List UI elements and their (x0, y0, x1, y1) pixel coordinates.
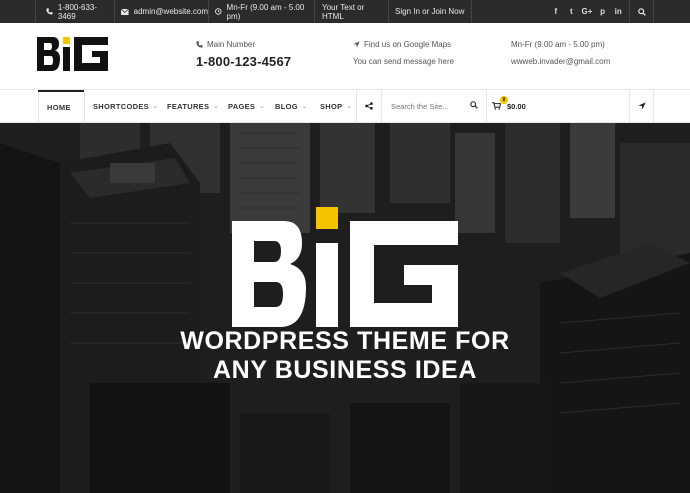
main-number[interactable]: 1-800-123-4567 (196, 54, 291, 69)
maps-link[interactable]: Find us on Google Maps (364, 40, 451, 49)
envelope-icon (121, 8, 129, 15)
rocket-button[interactable] (629, 90, 654, 122)
nav-item-label: PAGES (228, 101, 256, 111)
main-number-block: Main Number 1-800-123-4567 (196, 40, 291, 69)
search-input[interactable] (391, 101, 471, 111)
google-plus-icon[interactable]: G+ (579, 0, 595, 23)
nav-search (381, 90, 487, 122)
topbar-custom-text: Your Text or HTML (315, 0, 389, 23)
top-bar: 1-800-633-3469 admin@website.com Mn-Fr (… (0, 0, 690, 23)
phone-icon (46, 8, 53, 15)
nav-item-home[interactable]: HOME (38, 90, 84, 122)
cart-icon (492, 102, 501, 110)
nav-item-shop[interactable]: SHOP ⌄ (320, 90, 352, 122)
main-nav: HOME SHORTCODES ⌄ FEATURES ⌄ PAGES ⌄ BLO… (0, 89, 690, 123)
topbar-custom-text-label: Your Text or HTML (322, 2, 365, 21)
share-button[interactable] (356, 90, 381, 122)
signin-link[interactable]: Sign In or Join Now (389, 0, 472, 23)
chevron-down-icon: ⌄ (259, 103, 265, 110)
hero-headline-line-1: WORDPRESS THEME FOR (180, 327, 510, 355)
nav-item-label: HOME (47, 102, 71, 112)
nav-item-shortcodes[interactable]: SHORTCODES ⌄ (93, 90, 158, 122)
topbar-email-text: admin@website.com (133, 7, 208, 16)
cart-amount: $0.00 (507, 101, 526, 111)
hero-headline-line-2: ANY BUSINESS IDEA (213, 356, 477, 384)
pinterest-icon[interactable]: p (595, 0, 611, 23)
topbar-hours: Mn-Fr (9.00 am - 5.00 pm) (209, 0, 315, 23)
location-arrow-icon (353, 41, 360, 48)
site-header: Main Number 1-800-123-4567 Find us on Go… (0, 23, 690, 89)
phone-icon (196, 41, 203, 48)
chevron-down-icon: ⌄ (301, 103, 308, 110)
cart-count-badge: 0 (500, 96, 508, 104)
twitter-icon[interactable]: t (564, 0, 580, 23)
maps-block: Find us on Google Maps You can send mess… (353, 40, 454, 66)
chevron-down-icon: ⌄ (152, 103, 159, 110)
search-icon[interactable] (470, 101, 478, 109)
nav-item-pages[interactable]: PAGES ⌄ (228, 90, 265, 122)
signin-link-label: Sign In or Join Now (395, 7, 465, 16)
main-number-label: Main Number (207, 40, 256, 49)
nav-item-blog[interactable]: BLOG ⌄ (275, 90, 307, 122)
topbar-phone-text: 1-800-633-3469 (57, 2, 98, 21)
location-arrow-icon (637, 102, 646, 110)
topbar-phone[interactable]: 1-800-633-3469 (35, 0, 115, 23)
nav-item-features[interactable]: FEATURES ⌄ (167, 90, 219, 122)
chevron-down-icon: ⌄ (213, 103, 219, 110)
topbar-email[interactable]: admin@website.com (115, 0, 209, 23)
hero-banner: WORDPRESS THEME FOR ANY BUSINESS IDEA (0, 123, 690, 493)
header-email[interactable]: wwweb.invader@gmail.com (511, 57, 610, 66)
chevron-down-icon: ⌄ (346, 103, 352, 110)
hero-logo (232, 207, 458, 327)
nav-item-label: FEATURES (167, 101, 210, 111)
clock-icon (215, 8, 222, 15)
nav-item-label: SHOP (320, 101, 343, 111)
topbar-hours-text: Mn-Fr (9.00 am - 5.00 pm) (226, 2, 305, 21)
nav-item-label: BLOG (275, 101, 298, 111)
share-icon (364, 102, 373, 110)
facebook-icon[interactable]: f (548, 0, 564, 23)
maps-subtext: You can send message here (353, 57, 455, 66)
nav-item-label: SHORTCODES (93, 101, 149, 111)
cart-button[interactable]: 0 $0.00 (492, 90, 526, 122)
social-links: f t G+ p in (548, 0, 626, 23)
search-icon (637, 7, 646, 16)
linkedin-icon[interactable]: in (610, 0, 626, 23)
header-hours: Mn-Fr (9.00 am - 5.00 pm) (511, 40, 605, 49)
site-logo[interactable] (37, 37, 109, 71)
topbar-search-button[interactable] (629, 0, 654, 23)
contact-block: Mn-Fr (9.00 am - 5.00 pm) wwweb.invader@… (511, 40, 610, 66)
